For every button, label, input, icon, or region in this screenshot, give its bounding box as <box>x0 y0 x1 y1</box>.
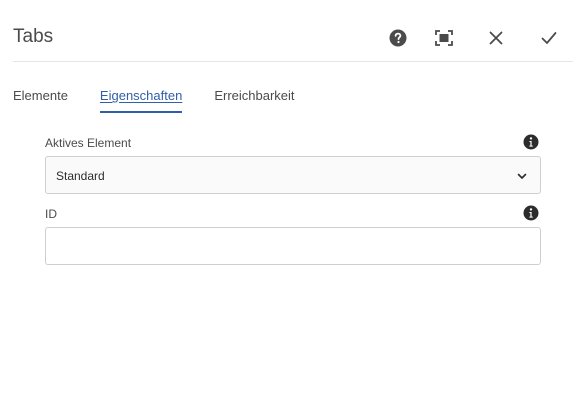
dialog-title: Tabs <box>13 26 54 47</box>
info-icon[interactable] <box>523 134 539 150</box>
dialog-header: Tabs <box>13 0 573 62</box>
tab-eigenschaften[interactable]: Eigenschaften <box>99 89 183 113</box>
help-icon <box>389 29 407 47</box>
active-element-label: Aktives Element <box>45 136 132 150</box>
checkmark-icon <box>541 32 557 44</box>
active-element-value: Standard <box>56 169 105 183</box>
fullscreen-button[interactable] <box>432 26 456 50</box>
close-icon <box>489 31 503 45</box>
fullscreen-icon <box>435 30 453 46</box>
chevron-down-icon <box>517 173 527 179</box>
active-element-select[interactable]: Standard <box>45 156 541 194</box>
id-label: ID <box>45 207 57 221</box>
info-icon[interactable] <box>523 205 539 221</box>
tab-erreichbarkeit[interactable]: Erreichbarkeit <box>214 89 294 113</box>
dialog: Tabs Elemente Eigenschaften Erreichbarke… <box>0 0 586 405</box>
tab-elemente[interactable]: Elemente <box>13 89 68 113</box>
id-input[interactable] <box>45 227 541 265</box>
help-button[interactable] <box>386 26 410 50</box>
tab-list: Elemente Eigenschaften Erreichbarkeit <box>13 89 295 115</box>
done-button[interactable] <box>537 26 561 50</box>
close-button[interactable] <box>484 26 508 50</box>
